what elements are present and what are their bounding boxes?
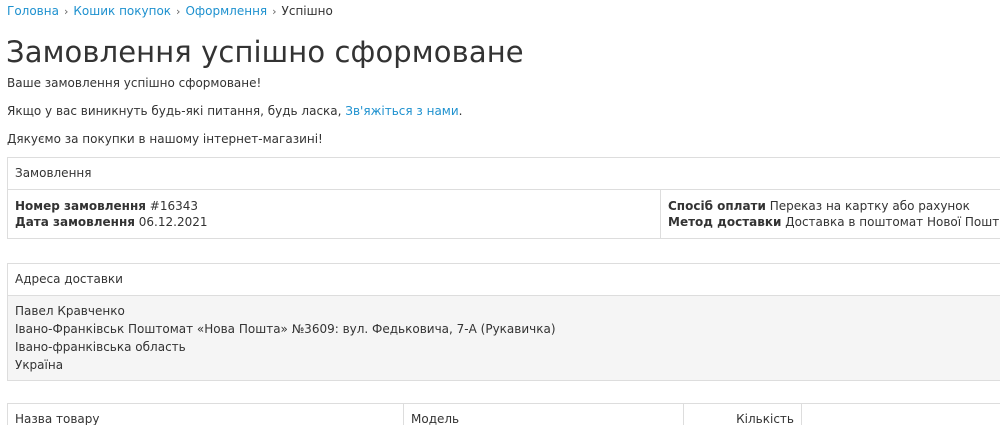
address-table-header: Адреса доставки (7, 263, 1000, 296)
address-region: Івано-франківська область (15, 340, 186, 354)
order-table-header: Замовлення (6, 157, 1000, 190)
contact-message-prefix: Якщо у вас виникнуть будь-які питання, б… (7, 104, 346, 118)
page: Головна › Кошик покупок › Оформлення › Успішно… (0, 0, 1000, 425)
column-header-product-name: Назва товару (7, 403, 404, 425)
order-number-value: #16343 (149, 198, 198, 213)
breadcrumb-checkout-link[interactable]: Оформлення (185, 4, 267, 18)
order-number-label: Номер замовлення (15, 198, 146, 213)
order-number: Номер замовлення #16343 (15, 198, 653, 214)
address-cell: Павел Кравченко Івано-Франківськ Поштома… (7, 295, 1000, 381)
address-street: Івано-Франківськ Поштомат «Нова Пошта» №… (15, 322, 556, 336)
order-date-label: Дата замовлення (15, 215, 135, 229)
products-table: Назва товару Модель Кількість (7, 403, 1000, 425)
breadcrumb-separator: › (176, 5, 181, 18)
breadcrumb: Головна › Кошик покупок › Оформлення › Успішно (7, 3, 333, 20)
contact-message-suffix: . (458, 104, 463, 118)
payment-method-label: Спосіб оплати (668, 198, 766, 213)
contact-us-link[interactable]: Зв'яжіться з нами (345, 104, 458, 118)
payment-method-value: Переказ на картку або рахунок (769, 198, 970, 213)
breadcrumb-home-link[interactable]: Головна (7, 4, 59, 18)
address-country: Україна (15, 358, 64, 372)
column-header-price (801, 403, 1000, 425)
success-message: Ваше замовлення успішно сформоване! (7, 76, 262, 90)
page-title: Замовлення успішно сформоване (6, 35, 524, 69)
order-date: Дата замовлення 06.12.2021 (15, 214, 653, 230)
order-date-value: 06.12.2021 (138, 215, 208, 229)
column-header-quantity: Кількість (683, 403, 802, 425)
address-name: Павел Кравченко (15, 304, 125, 318)
payment-method: Спосіб оплати Переказ на картку або раху… (668, 198, 1000, 214)
order-info-cell: Номер замовлення #16343 Дата замовлення … (7, 189, 661, 239)
shipping-address-table: Адреса доставки Павел Кравченко Івано-Фр… (7, 263, 1000, 381)
contact-message: Якщо у вас виникнуть будь-які питання, б… (7, 103, 462, 119)
thanks-message: Дякуємо за покупки в нашому інтернет-маг… (7, 132, 323, 146)
order-payment-cell: Спосіб оплати Переказ на картку або раху… (659, 189, 1000, 239)
column-header-model: Модель (403, 403, 684, 425)
breadcrumb-cart-link[interactable]: Кошик покупок (73, 4, 171, 18)
breadcrumb-separator: › (63, 5, 69, 18)
breadcrumb-current: Успішно (281, 4, 333, 18)
order-details-table: Замовлення Номер замовлення #16343 Дата … (6, 157, 1000, 239)
breadcrumb-separator: › (272, 5, 277, 18)
shipping-method-value: Доставка в поштомат Нової Пошти (785, 215, 1000, 229)
shipping-method-label: Метод доставки (668, 215, 782, 229)
shipping-method: Метод доставки Доставка в поштомат Нової… (668, 214, 1000, 230)
